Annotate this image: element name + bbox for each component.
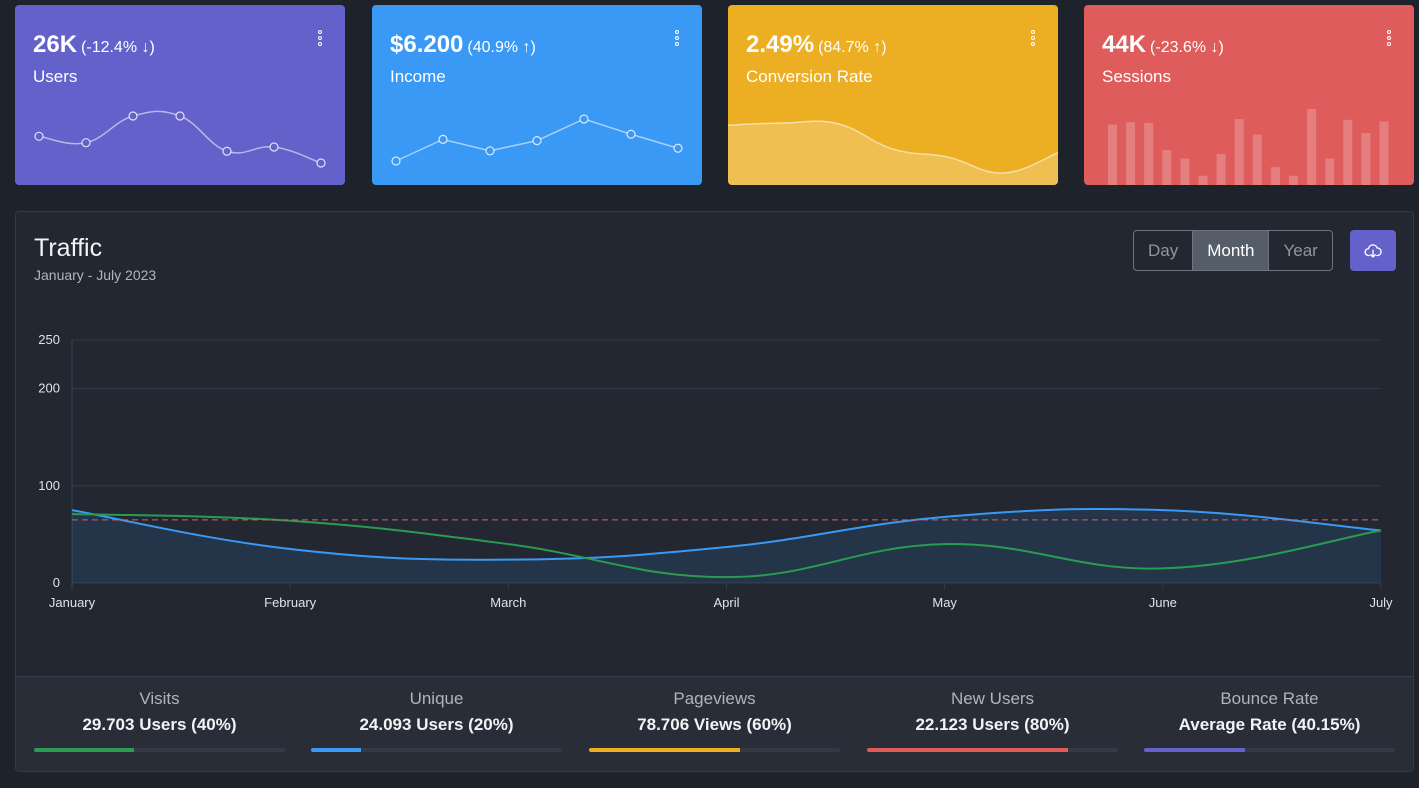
progress-bar xyxy=(34,748,285,752)
cloud-download-icon xyxy=(1364,243,1382,258)
sessions-bar xyxy=(1343,119,1353,185)
sessions-bar xyxy=(1307,109,1317,185)
stats-footer: Visits 29.703 Users (40%) Unique 24.093 … xyxy=(16,676,1413,771)
year-button[interactable]: Year xyxy=(1269,231,1331,270)
day-button[interactable]: Day xyxy=(1134,231,1194,270)
stat-visits: Visits 29.703 Users (40%) xyxy=(34,677,285,771)
income-label: Income xyxy=(390,67,446,86)
sessions-bar xyxy=(1198,175,1208,185)
conversion-value: 2.49% (84.7% ↑) xyxy=(746,31,887,58)
users-point xyxy=(34,131,44,141)
conversion-area-fill xyxy=(728,121,1058,185)
conversion-label: Conversion Rate xyxy=(746,67,873,86)
progress-bar xyxy=(867,748,1118,752)
sessions-bar xyxy=(1144,122,1154,185)
stat-label: Pageviews xyxy=(673,689,756,708)
vertical-dots-icon[interactable] xyxy=(313,27,327,49)
users-sparkline xyxy=(34,110,326,168)
users-point xyxy=(175,111,185,121)
x-tick-label: May xyxy=(932,595,957,610)
stat-label: New Users xyxy=(950,689,1035,708)
sessions-bar xyxy=(1162,150,1172,185)
stat-label: Bounce Rate xyxy=(1220,689,1319,708)
stat-value: 22.123 Users (80%) xyxy=(915,715,1070,734)
x-tick-label: February xyxy=(264,595,317,610)
y-tick-label: 250 xyxy=(38,332,60,347)
sessions-bar xyxy=(1325,158,1335,185)
x-tick-label: June xyxy=(1149,595,1177,610)
sessions-bar xyxy=(1252,134,1262,185)
income-point xyxy=(673,143,683,153)
sessions-bar xyxy=(1234,119,1244,185)
stat-label: Unique xyxy=(409,689,464,708)
income-point xyxy=(579,114,589,124)
vertical-dots-icon[interactable] xyxy=(1026,27,1040,49)
traffic-title: Traffic xyxy=(34,234,103,262)
stat-value: 24.093 Users (20%) xyxy=(359,715,514,734)
income-card: $6.200 (40.9% ↑) Income xyxy=(372,5,702,185)
sessions-bar xyxy=(1216,153,1226,185)
x-tick-label: March xyxy=(490,595,526,610)
users-card: 26K (-12.4% ↓) Users xyxy=(15,5,345,185)
users-delta: (-12.4% ↓) xyxy=(81,39,155,56)
sessions-bar xyxy=(1126,122,1136,185)
stat-label: Visits xyxy=(139,689,180,708)
stat-pageviews: Pageviews 78.706 Views (60%) xyxy=(589,677,840,771)
y-tick-label: 200 xyxy=(38,381,60,396)
users-point xyxy=(269,142,279,152)
sessions-bar xyxy=(1180,158,1190,185)
sessions-value: 44K (-23.6% ↓) xyxy=(1102,31,1224,58)
traffic-subtitle: January - July 2023 xyxy=(34,267,157,283)
y-tick-label: 100 xyxy=(38,478,60,493)
income-point xyxy=(626,129,636,139)
download-button[interactable] xyxy=(1350,230,1396,271)
users-point xyxy=(81,138,91,148)
users-point xyxy=(128,111,138,121)
sessions-bar xyxy=(1270,167,1280,185)
x-tick-label: January xyxy=(49,595,96,610)
vertical-dots-icon[interactable] xyxy=(1382,27,1396,49)
income-delta: (40.9% ↑) xyxy=(467,39,536,56)
sessions-card: 44K (-23.6% ↓) Sessions xyxy=(1084,5,1414,185)
traffic-chart: 0 100 200 250 January February March April May Ju… xyxy=(38,332,1393,610)
stat-new-users: New Users 22.123 Users (80%) xyxy=(867,677,1118,771)
stat-value: 78.706 Views (60%) xyxy=(637,715,792,734)
x-tick-label: April xyxy=(713,595,739,610)
progress-bar xyxy=(589,748,840,752)
progress-bar xyxy=(311,748,562,752)
sessions-bar-chart xyxy=(1108,109,1389,185)
conversion-area-chart xyxy=(728,120,1058,185)
sessions-label: Sessions xyxy=(1102,67,1171,86)
vertical-dots-icon[interactable] xyxy=(670,27,684,49)
users-point xyxy=(316,158,326,168)
sessions-bar xyxy=(1361,133,1371,185)
traffic-panel: Traffic January - July 2023 Day Month Ye… xyxy=(15,211,1414,772)
sessions-bar xyxy=(1379,121,1389,185)
sessions-bar xyxy=(1289,175,1298,185)
users-value: 26K (-12.4% ↓) xyxy=(33,31,155,58)
progress-bar xyxy=(1144,748,1395,752)
month-button[interactable]: Month xyxy=(1193,231,1270,270)
sessions-bar xyxy=(1108,124,1117,185)
income-point xyxy=(391,156,401,166)
stat-unique: Unique 24.093 Users (20%) xyxy=(311,677,562,771)
stat-value: Average Rate (40.15%) xyxy=(1178,715,1361,734)
stat-value: 29.703 Users (40%) xyxy=(82,715,237,734)
income-point xyxy=(532,136,542,146)
range-button-group: Day Month Year xyxy=(1133,230,1333,271)
y-tick-label: 0 xyxy=(53,575,60,590)
income-sparkline xyxy=(391,114,683,166)
income-value: $6.200 (40.9% ↑) xyxy=(390,31,536,58)
conversion-card: 2.49% (84.7% ↑) Conversion Rate xyxy=(728,5,1058,185)
income-point xyxy=(438,134,448,144)
users-point xyxy=(222,146,232,156)
sessions-delta: (-23.6% ↓) xyxy=(1150,39,1224,56)
users-label: Users xyxy=(33,67,78,86)
x-tick-label: July xyxy=(1369,595,1393,610)
stat-bounce-rate: Bounce Rate Average Rate (40.15%) xyxy=(1144,677,1395,771)
income-point xyxy=(485,146,495,156)
conversion-delta: (84.7% ↑) xyxy=(818,39,887,56)
